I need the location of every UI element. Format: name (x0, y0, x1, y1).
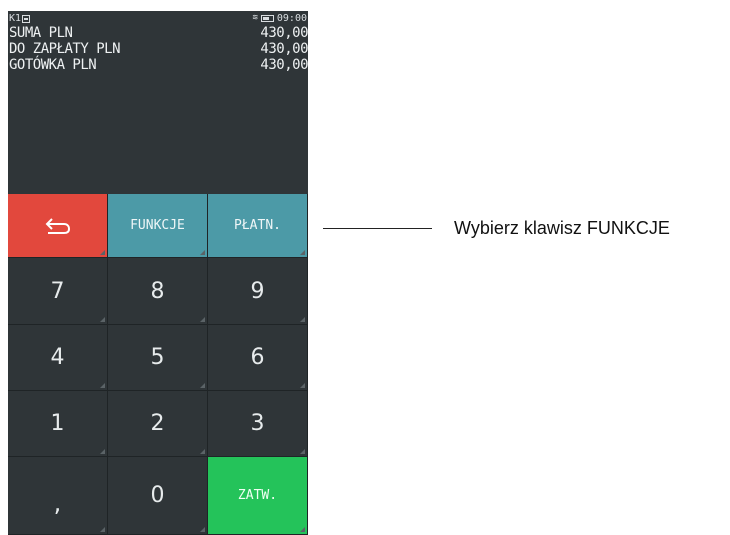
back-arrow-icon (45, 217, 70, 234)
clock: 09:00 (276, 13, 307, 24)
line-value: 430,00 (260, 57, 308, 73)
key-4[interactable]: 4 (8, 325, 108, 391)
line-label: DO ZAPŁATY PLN (9, 41, 121, 57)
receipt-lines: SUMA PLN 430,00 DO ZAPŁATY PLN 430,00 GO… (9, 25, 308, 73)
line-gotowka: GOTÓWKA PLN 430,00 (9, 57, 308, 73)
line-label: GOTÓWKA PLN (9, 57, 97, 73)
key-2[interactable]: 2 (108, 391, 208, 457)
line-do-zaplaty: DO ZAPŁATY PLN 430,00 (9, 41, 308, 57)
key-7[interactable]: 7 (8, 258, 108, 325)
wifi-icon: ≋ (252, 13, 258, 23)
callout-text: Wybierz klawisz FUNKCJE (454, 218, 670, 238)
register-id: K1 (9, 13, 22, 24)
line-label: SUMA PLN (9, 25, 73, 41)
status-left: K1 (9, 12, 31, 25)
platnosc-button[interactable]: PŁATN. (208, 194, 308, 258)
battery-icon (260, 15, 274, 22)
receipt-display: K1 ≋ 09:00 SUMA PLN 430,00 DO ZAPŁATY PL… (8, 11, 308, 194)
keypad: FUNKCJE PŁATN. 7 8 9 4 5 6 1 2 3 , 0 ZAT… (8, 194, 308, 535)
key-comma[interactable]: , (8, 457, 108, 535)
confirm-button[interactable]: ZATW. (208, 457, 308, 535)
key-9[interactable]: 9 (208, 258, 308, 325)
key-1[interactable]: 1 (8, 391, 108, 457)
line-value: 430,00 (260, 25, 308, 41)
back-button[interactable] (8, 194, 108, 258)
status-bar: K1 ≋ 09:00 (9, 12, 307, 25)
line-suma: SUMA PLN 430,00 (9, 25, 308, 41)
callout-line (323, 228, 432, 229)
payment-terminal-screen: K1 ≋ 09:00 SUMA PLN 430,00 DO ZAPŁATY PL… (8, 11, 308, 535)
line-value: 430,00 (260, 41, 308, 57)
key-6[interactable]: 6 (208, 325, 308, 391)
key-0[interactable]: 0 (108, 457, 208, 535)
key-5[interactable]: 5 (108, 325, 208, 391)
key-3[interactable]: 3 (208, 391, 308, 457)
key-8[interactable]: 8 (108, 258, 208, 325)
funkcje-button[interactable]: FUNKCJE (108, 194, 208, 258)
printer-icon (22, 14, 31, 23)
status-right: ≋ 09:00 (252, 12, 307, 25)
